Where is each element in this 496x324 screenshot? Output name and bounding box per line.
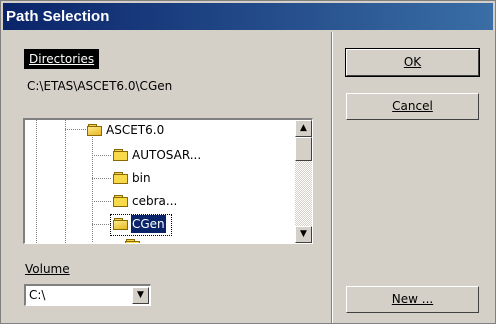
- tree-guide-line: [36, 120, 37, 243]
- folder-icon: [113, 172, 129, 185]
- scroll-down-button[interactable]: ▼: [295, 226, 312, 243]
- volume-label: Volume: [25, 262, 70, 276]
- ok-button[interactable]: OK: [345, 48, 480, 77]
- scroll-up-button[interactable]: ▲: [295, 120, 312, 137]
- folder-icon: [125, 239, 141, 243]
- tree-connector: [92, 155, 112, 156]
- cancel-button-label: Cancel: [392, 99, 433, 113]
- scroll-thumb[interactable]: [295, 137, 312, 161]
- tree-connector: [92, 224, 112, 225]
- tree-scrollbar[interactable]: ▲ ▼: [295, 120, 312, 243]
- tree-item-label-selected: CGen: [131, 215, 166, 233]
- directories-label: Directories: [24, 49, 100, 69]
- tree-guide-line: [92, 137, 93, 243]
- folder-open-icon: [113, 218, 129, 231]
- ok-button-label: OK: [403, 55, 422, 69]
- new-button-label: New ...: [391, 292, 434, 306]
- cancel-button[interactable]: Cancel: [346, 93, 479, 120]
- folder-icon: [113, 195, 129, 208]
- tree-item-label: cebra...: [132, 194, 178, 208]
- tree-connector: [65, 129, 87, 130]
- tree-item-label: bin: [132, 171, 151, 185]
- tree-item-label: AUTOSAR...: [132, 148, 202, 162]
- directories-label-text: Directories: [29, 52, 95, 66]
- tree-connector: [92, 178, 112, 179]
- folder-icon: [113, 149, 129, 162]
- new-button[interactable]: New ...: [346, 286, 479, 313]
- tree-guide-line: [65, 120, 66, 243]
- tree-item-label: ASCET6.0: [106, 123, 165, 137]
- scroll-track[interactable]: [295, 161, 312, 226]
- path-selection-dialog: Path Selection Directories C:\ETAS\ASCET…: [0, 0, 496, 324]
- folder-open-icon: [87, 124, 103, 137]
- title-bar[interactable]: Path Selection: [3, 3, 493, 30]
- current-path: C:\ETAS\ASCET6.0\CGen: [27, 79, 173, 93]
- dropdown-arrow-icon[interactable]: ▼: [132, 287, 149, 304]
- volume-label-text: Volume: [25, 262, 70, 276]
- volume-select-value: C:\: [29, 288, 46, 302]
- panel-divider: [331, 32, 333, 323]
- dialog-title: Path Selection: [6, 8, 110, 25]
- directory-tree[interactable]: ASCET6.0 AUTOSAR... bin cebra... CGen ▲ …: [23, 118, 313, 244]
- volume-select[interactable]: C:\ ▼: [24, 284, 151, 306]
- tree-connector: [92, 201, 112, 202]
